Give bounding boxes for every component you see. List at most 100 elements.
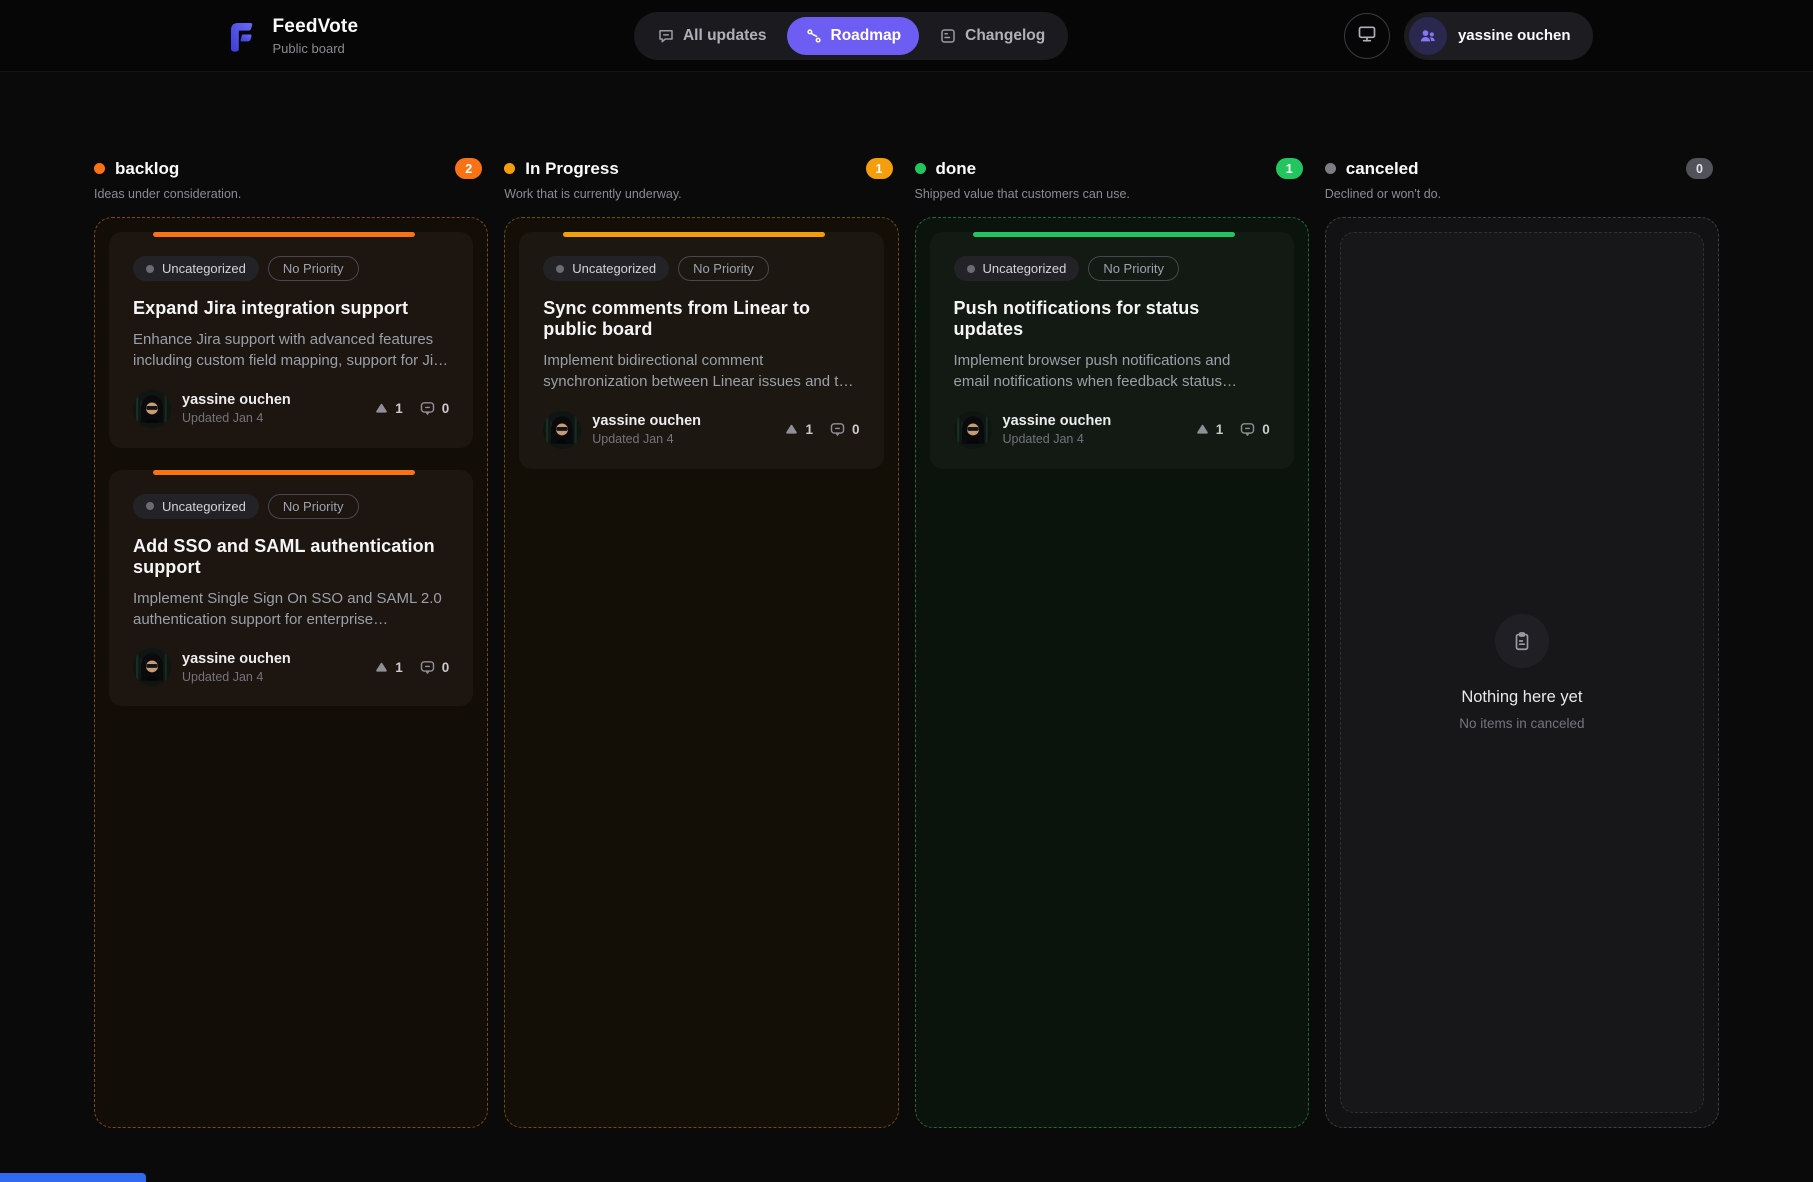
vote-value: 1 (1216, 422, 1224, 437)
card-accent-bar (973, 232, 1235, 237)
comment-value: 0 (852, 422, 860, 437)
column-header: backlog 2 (94, 158, 488, 179)
card-description: Enhance Jira support with advanced featu… (133, 329, 449, 372)
comment-value: 0 (1262, 422, 1270, 437)
column-dropzone[interactable]: Uncategorized No Priority Push notificat… (915, 217, 1309, 1128)
comment-icon (419, 400, 436, 417)
comment-count[interactable]: 0 (829, 421, 860, 438)
column-dropzone[interactable]: Uncategorized No Priority Expand Jira in… (94, 217, 488, 1128)
category-label: Uncategorized (162, 499, 246, 514)
tab-changelog[interactable]: Changelog (921, 17, 1063, 55)
tab-roadmap[interactable]: Roadmap (787, 17, 920, 55)
feedback-card[interactable]: Uncategorized No Priority Add SSO and SA… (109, 470, 473, 707)
card-accent-bar (153, 470, 415, 475)
route-icon (805, 27, 823, 45)
card-title: Expand Jira integration support (133, 298, 449, 319)
column-dropzone[interactable]: Nothing here yet No items in canceled (1325, 217, 1719, 1128)
empty-state-subtitle: No items in canceled (1459, 716, 1584, 731)
card-description: Implement browser push notifications and… (954, 350, 1270, 393)
column-in-progress: In Progress 1 Work that is currently und… (504, 158, 898, 1128)
card-accent-bar (563, 232, 825, 237)
clipboard-icon (1495, 614, 1549, 668)
feedback-card[interactable]: Uncategorized No Priority Sync comments … (519, 232, 883, 469)
column-description: Work that is currently underway. (504, 187, 898, 201)
comment-count[interactable]: 0 (419, 400, 450, 417)
category-dot-icon (556, 265, 564, 273)
app-header: FeedVote Public board All updates (0, 0, 1813, 72)
author-name: yassine ouchen (592, 413, 773, 429)
category-badge: Uncategorized (133, 494, 259, 519)
category-badge: Uncategorized (133, 256, 259, 281)
comment-count[interactable]: 0 (419, 659, 450, 676)
vote-count[interactable]: 1 (374, 660, 403, 675)
card-description: Implement Single Sign On SSO and SAML 2.… (133, 588, 449, 631)
view-switcher: All updates Roadmap (634, 12, 1068, 60)
author-name: yassine ouchen (182, 392, 363, 408)
column-header: canceled 0 (1325, 158, 1719, 179)
brand[interactable]: FeedVote Public board (221, 16, 359, 56)
empty-state-title: Nothing here yet (1461, 688, 1582, 707)
user-menu[interactable]: yassine ouchen (1404, 12, 1593, 60)
display-mode-button[interactable] (1344, 13, 1390, 59)
author-avatar (543, 411, 581, 449)
column-name: In Progress (525, 159, 619, 179)
comment-icon (419, 659, 436, 676)
vote-count[interactable]: 1 (784, 422, 813, 437)
tab-label: Changelog (965, 27, 1045, 45)
empty-dropzone: Nothing here yet No items in canceled (1340, 232, 1704, 1113)
user-name: yassine ouchen (1458, 27, 1571, 44)
vote-icon (374, 401, 389, 416)
category-label: Uncategorized (572, 261, 656, 276)
column-name: backlog (115, 159, 179, 179)
category-badge: Uncategorized (954, 256, 1080, 281)
category-label: Uncategorized (983, 261, 1067, 276)
column-canceled: canceled 0 Declined or won't do. Nothing… (1325, 158, 1719, 1128)
column-done: done 1 Shipped value that customers can … (915, 158, 1309, 1128)
category-label: Uncategorized (162, 261, 246, 276)
vote-value: 1 (395, 401, 403, 416)
comment-value: 0 (442, 401, 450, 416)
vote-count[interactable]: 1 (374, 401, 403, 416)
category-dot-icon (146, 265, 154, 273)
board-type-label: Public board (273, 41, 359, 56)
column-dropzone[interactable]: Uncategorized No Priority Sync comments … (504, 217, 898, 1128)
column-description: Ideas under consideration. (94, 187, 488, 201)
monitor-icon (1357, 24, 1377, 47)
column-header: In Progress 1 (504, 158, 898, 179)
author-avatar (954, 411, 992, 449)
column-count-badge: 0 (1686, 158, 1713, 179)
tab-all-updates[interactable]: All updates (639, 17, 785, 55)
speech-bubble-icon (657, 27, 675, 45)
app-title: FeedVote (273, 16, 359, 38)
priority-badge: No Priority (1088, 256, 1179, 281)
column-count-badge: 1 (866, 158, 893, 179)
comment-icon (1239, 421, 1256, 438)
card-description: Implement bidirectional comment synchron… (543, 350, 859, 393)
note-icon (939, 27, 957, 45)
column-description: Shipped value that customers can use. (915, 187, 1309, 201)
vote-value: 1 (395, 660, 403, 675)
card-accent-bar (153, 232, 415, 237)
updated-date: Updated Jan 4 (182, 670, 363, 684)
tab-label: Roadmap (831, 27, 902, 45)
comment-icon (829, 421, 846, 438)
column-description: Declined or won't do. (1325, 187, 1719, 201)
comment-count[interactable]: 0 (1239, 421, 1270, 438)
vote-icon (784, 422, 799, 437)
vote-count[interactable]: 1 (1195, 422, 1224, 437)
updated-date: Updated Jan 4 (1003, 432, 1184, 446)
feedback-card[interactable]: Uncategorized No Priority Push notificat… (930, 232, 1294, 469)
feedvote-logo-icon (221, 16, 261, 56)
status-dot-icon (1325, 163, 1336, 174)
column-backlog: backlog 2 Ideas under consideration. Unc… (94, 158, 488, 1128)
column-name: canceled (1346, 159, 1419, 179)
category-dot-icon (146, 502, 154, 510)
card-title: Add SSO and SAML authentication support (133, 536, 449, 578)
status-dot-icon (915, 163, 926, 174)
author-avatar (133, 648, 171, 686)
category-badge: Uncategorized (543, 256, 669, 281)
comment-value: 0 (442, 660, 450, 675)
feedback-card[interactable]: Uncategorized No Priority Expand Jira in… (109, 232, 473, 448)
updated-date: Updated Jan 4 (182, 411, 363, 425)
card-title: Push notifications for status updates (954, 298, 1270, 340)
